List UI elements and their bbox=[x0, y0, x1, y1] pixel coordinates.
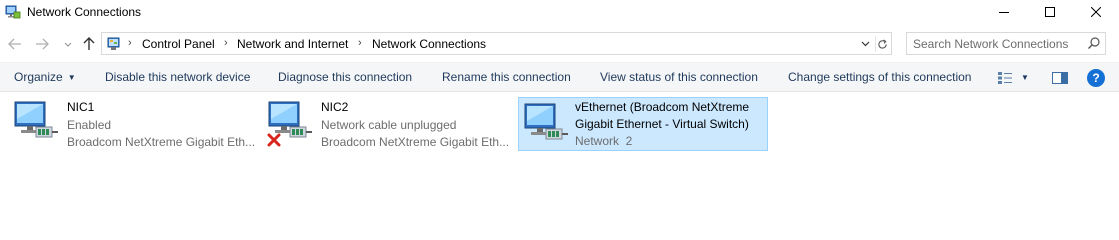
title-bar: Network Connections bbox=[0, 0, 1119, 26]
maximize-icon bbox=[1045, 7, 1055, 17]
connection-status: Enabled bbox=[67, 118, 112, 132]
connection-name-line2: Gigabit Ethernet - Virtual Switch) bbox=[575, 117, 749, 131]
back-arrow-icon bbox=[8, 38, 21, 50]
recent-locations-button[interactable] bbox=[59, 36, 77, 54]
search-box[interactable] bbox=[906, 32, 1106, 55]
chevron-down-icon bbox=[861, 41, 869, 47]
breadcrumb-control-panel[interactable]: Control Panel bbox=[142, 37, 215, 51]
search-input[interactable] bbox=[907, 33, 1082, 54]
help-icon[interactable]: ? bbox=[1087, 69, 1105, 87]
view-status-button[interactable]: View status of this connection bbox=[600, 70, 758, 84]
breadcrumb-network-connections[interactable]: Network Connections bbox=[372, 37, 486, 51]
view-options-dropdown[interactable]: ▼ bbox=[1021, 73, 1029, 82]
disable-device-button[interactable]: Disable this network device bbox=[105, 70, 250, 84]
connection-name-line1: vEthernet (Broadcom NetXtreme bbox=[575, 100, 750, 114]
up-arrow-icon bbox=[83, 37, 95, 50]
refresh-button[interactable] bbox=[875, 36, 889, 52]
preview-pane-icon[interactable] bbox=[1052, 72, 1068, 84]
connection-item-nic2[interactable]: NIC2 Network cable unplugged Broadcom Ne… bbox=[266, 97, 516, 151]
navigation-bar: › Control Panel › Network and Internet ›… bbox=[0, 30, 1119, 58]
maximize-button[interactable] bbox=[1027, 0, 1073, 24]
minimize-button[interactable] bbox=[981, 0, 1027, 24]
address-dropdown-button[interactable] bbox=[858, 36, 872, 52]
error-x-icon bbox=[267, 133, 281, 147]
diagnose-connection-button[interactable]: Diagnose this connection bbox=[278, 70, 412, 84]
organize-button[interactable]: Organize ▼ bbox=[14, 70, 76, 84]
connection-device: Broadcom NetXtreme Gigabit Eth... bbox=[67, 135, 256, 149]
network-adapter-icon bbox=[524, 103, 568, 140]
address-bar[interactable]: › Control Panel › Network and Internet ›… bbox=[101, 32, 892, 55]
connection-item-nic1[interactable]: NIC1 Enabled Broadcom NetXtreme Gigabit … bbox=[12, 97, 262, 151]
breadcrumb-separator[interactable]: › bbox=[224, 37, 228, 49]
chevron-down-icon: ▼ bbox=[67, 73, 76, 82]
search-icon[interactable] bbox=[1087, 36, 1101, 50]
forward-button[interactable] bbox=[33, 35, 51, 53]
back-button[interactable] bbox=[6, 35, 24, 53]
close-icon bbox=[1091, 7, 1101, 17]
close-button[interactable] bbox=[1073, 0, 1119, 24]
connection-item-vethernet[interactable]: vEthernet (Broadcom NetXtreme Gigabit Et… bbox=[518, 97, 768, 151]
control-panel-icon bbox=[107, 37, 120, 50]
refresh-icon bbox=[878, 38, 887, 49]
organize-label: Organize bbox=[14, 70, 63, 84]
window-title: Network Connections bbox=[27, 5, 142, 19]
minimize-icon bbox=[999, 12, 1009, 13]
breadcrumb-separator[interactable]: › bbox=[358, 37, 362, 49]
connection-device: Broadcom NetXtreme Gigabit Eth... bbox=[321, 135, 510, 149]
network-adapter-icon bbox=[14, 101, 58, 138]
connection-name: NIC1 bbox=[67, 100, 95, 114]
rename-connection-button[interactable]: Rename this connection bbox=[442, 70, 571, 84]
up-button[interactable] bbox=[80, 35, 98, 53]
forward-arrow-icon bbox=[36, 38, 49, 50]
breadcrumb-network-and-internet[interactable]: Network and Internet bbox=[237, 37, 348, 51]
connection-name: NIC2 bbox=[321, 100, 349, 114]
network-connections-icon bbox=[5, 5, 21, 19]
change-view-icon[interactable] bbox=[997, 71, 1013, 85]
command-bar: Organize ▼ Disable this network device Di… bbox=[0, 62, 1119, 92]
connection-status: Network 2 bbox=[575, 134, 633, 148]
change-settings-button[interactable]: Change settings of this connection bbox=[788, 70, 971, 84]
connection-status: Network cable unplugged bbox=[321, 118, 457, 132]
breadcrumb-separator[interactable]: › bbox=[128, 37, 132, 49]
chevron-down-icon bbox=[64, 42, 72, 47]
